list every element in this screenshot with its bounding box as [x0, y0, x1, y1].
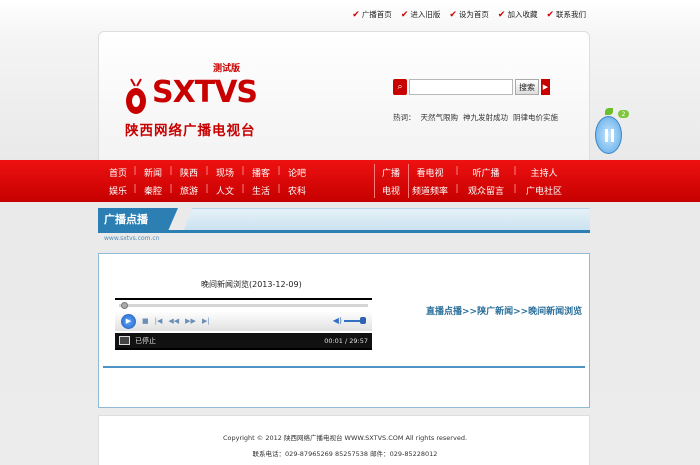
nav-row-1: 首页 | 新闻 | 陕西 | 现场 | 播客 | 论吧: [106, 166, 310, 179]
nav-item-life[interactable]: 生活: [248, 184, 274, 197]
nav-item-qinqiang[interactable]: 秦腔: [140, 184, 166, 197]
breadcrumb[interactable]: 直播点播>>陕广新闻>>晚间新闻浏览: [426, 304, 582, 317]
set-homepage-link[interactable]: ✔ 设为首页: [449, 9, 489, 20]
check-icon: ✔: [497, 9, 506, 20]
nav-item-tv[interactable]: 电视: [380, 184, 402, 197]
nav-item-community[interactable]: 广电社区: [522, 184, 566, 197]
search-icon: ⌕: [393, 79, 407, 95]
nav-item-shaanxi[interactable]: 陕西: [176, 166, 202, 179]
seek-bar[interactable]: [119, 304, 368, 307]
site-logo[interactable]: 测试版 SXTVS 陕西网络广播电视台: [123, 64, 258, 140]
nav-item-home[interactable]: 首页: [106, 166, 130, 179]
hot-words: 热词： 天然气限购 神九发射成功 阴律电价实施: [393, 112, 563, 123]
floating-player-widget[interactable]: 2: [595, 108, 629, 154]
check-icon: ✔: [546, 9, 554, 20]
section-stripe: [184, 208, 590, 230]
search-input[interactable]: [409, 79, 513, 95]
nav-row-2-right: 频道频率 | 观众留言 | 广电社区: [410, 184, 566, 197]
media-player: ▶ ■ |◀ ◀◀ ▶▶ ▶| ◀) 已停止 00:01 / 29:57: [115, 298, 372, 352]
logo-text: SXTVS: [152, 75, 258, 110]
nav-item-forum[interactable]: 论吧: [284, 166, 310, 179]
hot-words-label: 热词：: [393, 113, 416, 122]
skip-back-icon[interactable]: |◀: [155, 317, 163, 325]
nav-divider: [408, 164, 409, 198]
play-button[interactable]: ▶: [121, 313, 136, 329]
leaf-icon: [605, 108, 613, 115]
logo-chinese-name: 陕西网络广播电视台: [125, 123, 256, 139]
search-button[interactable]: 搜索: [515, 79, 539, 95]
seek-handle[interactable]: [121, 302, 128, 309]
header: 测试版 SXTVS 陕西网络广播电视台 ⌕ 搜索 ▶ 热词： 天然气限购 神九发射成…: [98, 31, 590, 160]
nav-item-news[interactable]: 新闻: [140, 166, 166, 179]
player-controls: ▶ ■ |◀ ◀◀ ▶▶ ▶| ◀): [115, 311, 372, 331]
section-title: 广播点播: [98, 208, 178, 230]
check-icon: ✔: [449, 9, 457, 20]
hot-word-link[interactable]: 天然气限购: [421, 113, 459, 122]
player-time: 00:01 / 29:57: [324, 336, 368, 345]
footer: Copyright © 2012 陕西网络广播电视台 WWW.SXTVS.COM…: [98, 415, 590, 465]
volume-handle[interactable]: [360, 317, 366, 324]
nav-row-1-right: 看电视 | 听广播 | 主持人: [410, 166, 566, 179]
pause-icon: [605, 129, 614, 142]
content-divider: [103, 366, 585, 368]
section-header: 广播点播 www.sxtvs.com.cn: [98, 207, 590, 247]
nav-item-hosts[interactable]: 主持人: [522, 166, 566, 179]
nav-item-watch-tv[interactable]: 看电视: [410, 166, 450, 179]
nav-item-agriculture[interactable]: 农科: [284, 184, 310, 197]
contact-info: 联系电话：029-87965269 85257538 邮件：029-852280…: [252, 450, 438, 458]
volume-icon[interactable]: ◀): [333, 316, 342, 325]
search-bar: ⌕ 搜索 ▶: [393, 79, 550, 95]
video-title: 晚间新闻浏览(2013-12-09): [201, 280, 302, 289]
player-status-bar: 已停止 00:01 / 29:57: [115, 333, 372, 348]
add-favorite-link[interactable]: ✔ 加入收藏: [498, 9, 538, 20]
hot-word-link[interactable]: 阴律电价实施: [513, 113, 558, 122]
skip-forward-icon[interactable]: ▶|: [202, 317, 210, 325]
section-url: www.sxtvs.com.cn: [104, 235, 160, 242]
pause-button[interactable]: [595, 116, 622, 154]
check-icon: ✔: [352, 9, 360, 20]
status-icon: [119, 336, 130, 345]
nav-item-radio[interactable]: 广播: [380, 166, 402, 179]
main-nav: 首页 | 新闻 | 陕西 | 现场 | 播客 | 论吧 娱乐 | 秦腔 | 旅游 | 人文 | 生…: [0, 160, 700, 202]
home-link[interactable]: ✔ 广播首页: [352, 9, 392, 20]
old-version-link[interactable]: ✔ 进入旧版: [401, 9, 441, 20]
arrow-right-icon[interactable]: ▶: [541, 79, 550, 95]
contact-link[interactable]: ✔ 联系我们: [546, 9, 586, 20]
notification-badge: 2: [618, 110, 629, 118]
copyright-text: Copyright © 2012 陕西网络广播电视台 WWW.SXTVS.COM…: [222, 434, 468, 442]
nav-item-podcast[interactable]: 播客: [248, 166, 274, 179]
fast-forward-icon[interactable]: ▶▶: [185, 317, 196, 325]
nav-item-culture[interactable]: 人文: [212, 184, 238, 197]
top-links: ✔ 广播首页 ✔ 进入旧版 ✔ 设为首页 ✔ 加入收藏 ✔ 联系我们: [352, 9, 586, 20]
tv-logo-icon: [126, 78, 146, 114]
content-panel: 晚间新闻浏览(2013-12-09) ▶ ■ |◀ ◀◀ ▶▶ ▶| ◀) 已停…: [98, 253, 590, 408]
check-icon: ✔: [400, 9, 409, 20]
nav-item-live[interactable]: 现场: [212, 166, 238, 179]
section-rule: [98, 230, 590, 233]
nav-item-listen-radio[interactable]: 听广播: [464, 166, 508, 179]
nav-item-entertainment[interactable]: 娱乐: [106, 184, 130, 197]
hot-word-link[interactable]: 神九发射成功: [463, 113, 508, 122]
nav-divider: [374, 164, 375, 198]
beta-tag: 测试版: [213, 64, 241, 74]
player-status: 已停止: [135, 336, 156, 345]
nav-item-messages[interactable]: 观众留言: [464, 184, 508, 197]
stop-icon[interactable]: ■: [142, 317, 149, 325]
nav-item-channels[interactable]: 频道频率: [410, 184, 450, 197]
rewind-icon[interactable]: ◀◀: [168, 317, 179, 325]
nav-row-2: 娱乐 | 秦腔 | 旅游 | 人文 | 生活 | 农科: [106, 184, 310, 197]
nav-item-travel[interactable]: 旅游: [176, 184, 202, 197]
